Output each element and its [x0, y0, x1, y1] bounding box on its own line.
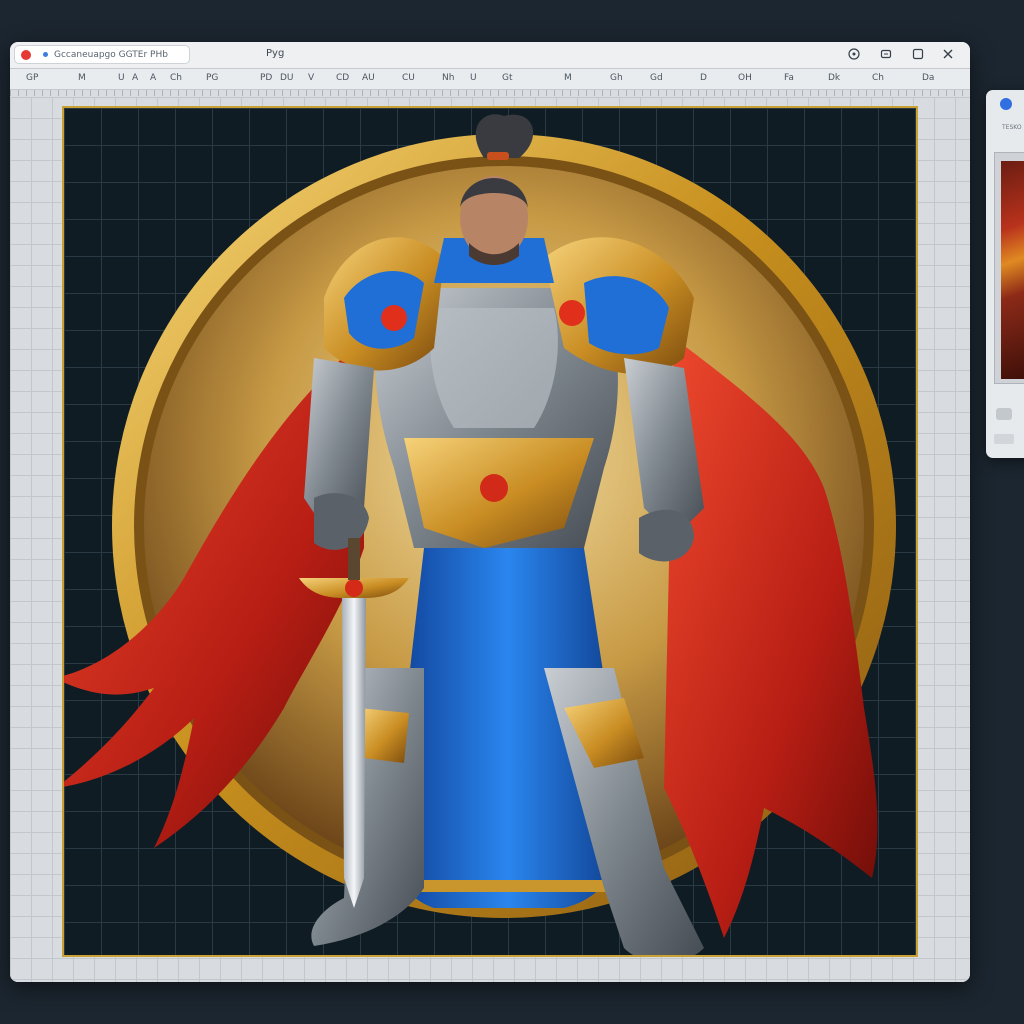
canvas-area[interactable]	[10, 97, 970, 982]
tool-button[interactable]: A	[132, 72, 138, 84]
tool-button[interactable]: Gt	[502, 72, 513, 84]
thumbnail-image	[1001, 161, 1024, 379]
sword-grip	[348, 538, 360, 580]
tool-button[interactable]: Ch	[170, 72, 182, 84]
tool-button[interactable]: CU	[402, 72, 415, 84]
horizontal-ruler[interactable]	[10, 90, 970, 96]
tool-button[interactable]: M	[564, 72, 572, 84]
right-shoulder-gem	[559, 300, 585, 326]
close-dot-icon[interactable]	[21, 49, 31, 60]
close-button[interactable]	[940, 46, 956, 62]
tool-button[interactable]: V	[308, 72, 314, 84]
panel-status-icon[interactable]	[1000, 98, 1012, 110]
title-bar: Gccaneuapgo GGTEr PHb Pyg	[10, 42, 970, 69]
tool-button[interactable]: Nh	[442, 72, 454, 84]
tool-button[interactable]: Ch	[872, 72, 884, 84]
tool-button[interactable]: Gh	[610, 72, 623, 84]
tool-button[interactable]: Dk	[828, 72, 840, 84]
tool-button[interactable]: U	[118, 72, 125, 84]
tool-button[interactable]: PG	[206, 72, 218, 84]
tool-button[interactable]: GP	[26, 72, 38, 84]
panel-action-button[interactable]	[996, 408, 1012, 420]
tool-button[interactable]: DU	[280, 72, 294, 84]
tool-button[interactable]: A	[150, 72, 156, 84]
editor-window: Gccaneuapgo GGTEr PHb Pyg GP M U A A Ch …	[10, 42, 970, 982]
maximize-icon	[912, 48, 924, 60]
document-tab[interactable]: Gccaneuapgo GGTEr PHb	[14, 45, 190, 64]
tool-button[interactable]: Gd	[650, 72, 663, 84]
tool-button[interactable]: AU	[362, 72, 375, 84]
panel-label: TESKO	[1002, 124, 1022, 131]
tool-button[interactable]: OH	[738, 72, 752, 84]
toolbar: GP M U A A Ch PG PD DU V CD AU CU Nh U G…	[10, 69, 970, 90]
tool-button[interactable]: CD	[336, 72, 349, 84]
tool-button[interactable]: M	[78, 72, 86, 84]
panel-secondary-button[interactable]	[994, 434, 1014, 444]
tool-button[interactable]: Da	[922, 72, 934, 84]
sword-blade	[342, 598, 366, 908]
tool-button[interactable]: D	[700, 72, 707, 84]
knight-illustration[interactable]	[64, 108, 916, 955]
tool-button[interactable]: U	[470, 72, 477, 84]
minimize-button[interactable]	[878, 46, 894, 62]
hair-topknot	[475, 114, 534, 158]
minimize-icon	[880, 49, 892, 59]
tool-button[interactable]: Fa	[784, 72, 794, 84]
close-icon	[943, 49, 953, 59]
help-button[interactable]	[846, 46, 862, 62]
tab-title: Gccaneuapgo GGTEr PHb	[54, 49, 168, 60]
tool-button[interactable]: PD	[260, 72, 272, 84]
maximize-button[interactable]	[910, 46, 926, 62]
preview-panel: TESKO	[986, 90, 1024, 458]
status-dot-icon	[43, 52, 48, 57]
help-icon	[848, 48, 860, 60]
preview-thumbnail[interactable]	[994, 152, 1024, 384]
left-shoulder-gem	[381, 305, 407, 331]
window-title: Pyg	[266, 48, 285, 59]
artboard[interactable]	[62, 106, 918, 957]
belt-gem	[480, 474, 508, 502]
